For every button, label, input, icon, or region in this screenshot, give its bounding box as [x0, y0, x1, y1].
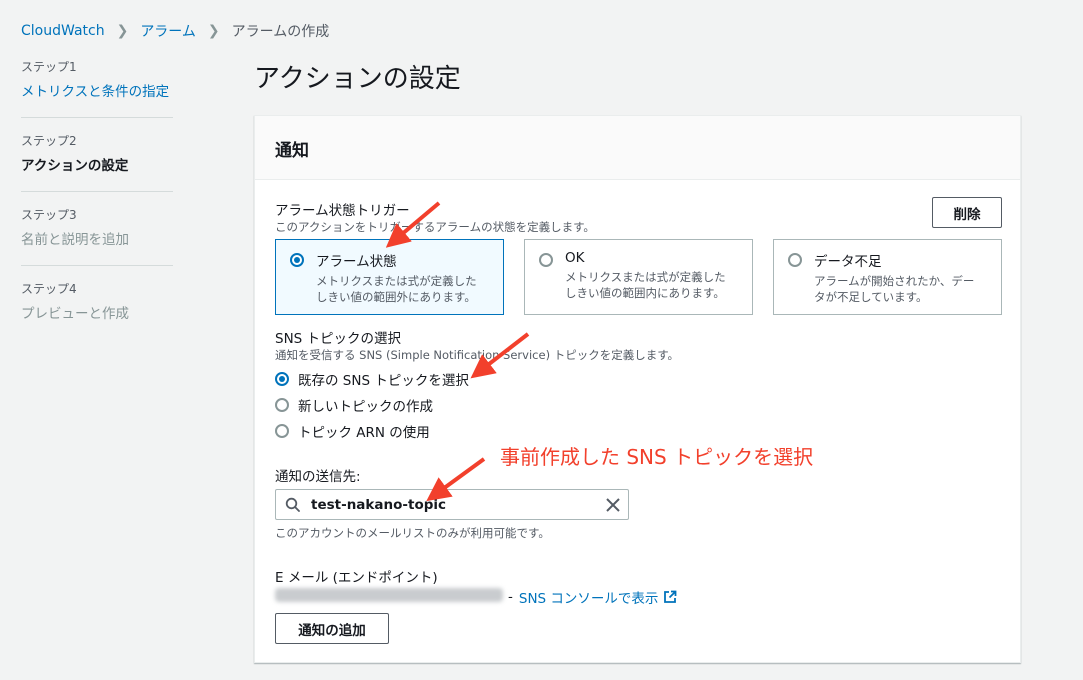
breadcrumb: CloudWatch ❯ アラーム ❯ アラームの作成 — [21, 21, 329, 41]
trigger-tile-insufficient[interactable]: データ不足 アラームが開始されたか、デー タが不足しています。 — [773, 239, 1002, 315]
step-number: ステップ2 — [21, 134, 77, 148]
option-label: トピック ARN の使用 — [298, 425, 430, 441]
tile-desc: メトリクスまたは式が定義した — [565, 270, 726, 284]
option-label: 新しいトピックの作成 — [298, 399, 433, 415]
radio-unselected[interactable] — [539, 253, 553, 267]
external-link-icon[interactable] — [663, 590, 677, 604]
send-to-hint: このアカウントのメールリストのみが利用可能です。 — [275, 526, 550, 540]
step-4: ステップ4 プレビューと作成 — [21, 280, 173, 339]
trigger-tile-alarm[interactable]: アラーム状態 メトリクスまたは式が定義した しきい値の範囲外にあります。 — [275, 239, 504, 315]
topic-search-input[interactable]: test-nakano-topic — [275, 489, 629, 520]
tile-desc: しきい値の範囲外にあります。 — [316, 290, 476, 304]
step-number: ステップ1 — [21, 60, 77, 74]
remove-button[interactable]: 削除 — [932, 197, 1002, 228]
redacted-email — [275, 588, 503, 602]
sns-option-existing[interactable]: 既存の SNS トピックを選択 — [275, 369, 469, 389]
add-notification-button[interactable]: 通知の追加 — [275, 613, 389, 644]
annotation-text: 事前作成した SNS トピックを選択 — [500, 445, 814, 469]
notification-panel: 通知 アラーム状態トリガー このアクションをトリガーするアラームの状態を定義しま… — [254, 115, 1021, 663]
step-label-actions: アクションの設定 — [21, 158, 129, 174]
step-3: ステップ3 名前と説明を追加 — [21, 206, 173, 266]
send-to-label: 通知の送信先: — [275, 469, 361, 485]
trigger-label: アラーム状態トリガー — [275, 203, 410, 219]
step-number: ステップ4 — [21, 282, 77, 296]
step-label-preview: プレビューと作成 — [21, 306, 129, 322]
step-link-metrics[interactable]: メトリクスと条件の指定 — [21, 81, 173, 103]
sns-label: SNS トピックの選択 — [275, 331, 402, 347]
radio-selected[interactable] — [275, 372, 289, 386]
tile-desc: アラームが開始されたか、デー — [814, 274, 975, 288]
tile-title: アラーム状態 — [316, 254, 397, 270]
tile-desc: タが不足しています。 — [814, 290, 928, 304]
separator: - — [508, 589, 513, 605]
tile-title: データ不足 — [814, 254, 882, 270]
radio-unselected[interactable] — [788, 253, 802, 267]
email-label: E メール (エンドポイント) — [275, 570, 438, 586]
sns-console-link[interactable]: SNS コンソールで表示 — [519, 587, 659, 607]
chevron-right-icon: ❯ — [207, 23, 220, 39]
sns-option-new[interactable]: 新しいトピックの作成 — [275, 395, 433, 415]
breadcrumb-current: アラームの作成 — [231, 24, 330, 40]
option-label: 既存の SNS トピックを選択 — [298, 373, 469, 389]
step-label-name: 名前と説明を追加 — [21, 232, 129, 248]
radio-unselected[interactable] — [275, 424, 289, 438]
trigger-tile-ok[interactable]: OK メトリクスまたは式が定義した しきい値の範囲内にあります。 — [524, 239, 753, 315]
sns-desc: 通知を受信する SNS (Simple Notification Service… — [275, 348, 680, 362]
sns-option-arn[interactable]: トピック ARN の使用 — [275, 421, 430, 441]
step-1: ステップ1 メトリクスと条件の指定 — [21, 58, 173, 118]
search-icon — [285, 497, 300, 512]
trigger-desc: このアクションをトリガーするアラームの状態を定義します。 — [275, 220, 595, 234]
tile-desc: しきい値の範囲内にあります。 — [565, 286, 725, 300]
radio-unselected[interactable] — [275, 398, 289, 412]
step-2: ステップ2 アクションの設定 — [21, 132, 173, 192]
topic-search-value: test-nakano-topic — [311, 496, 447, 513]
chevron-right-icon: ❯ — [116, 23, 129, 39]
page-title: アクションの設定 — [254, 64, 461, 94]
radio-selected[interactable] — [290, 253, 304, 267]
wizard-steps: ステップ1 メトリクスと条件の指定 ステップ2 アクションの設定 ステップ3 名… — [21, 58, 173, 353]
step-number: ステップ3 — [21, 208, 77, 222]
tile-desc: メトリクスまたは式が定義した — [316, 274, 477, 288]
clear-icon[interactable] — [606, 497, 620, 512]
breadcrumb-alarms[interactable]: アラーム — [140, 21, 196, 41]
tile-title: OK — [565, 250, 585, 266]
breadcrumb-cloudwatch[interactable]: CloudWatch — [21, 23, 105, 39]
email-row: - SNS コンソールで表示 — [508, 587, 677, 607]
panel-title: 通知 — [255, 116, 1020, 180]
